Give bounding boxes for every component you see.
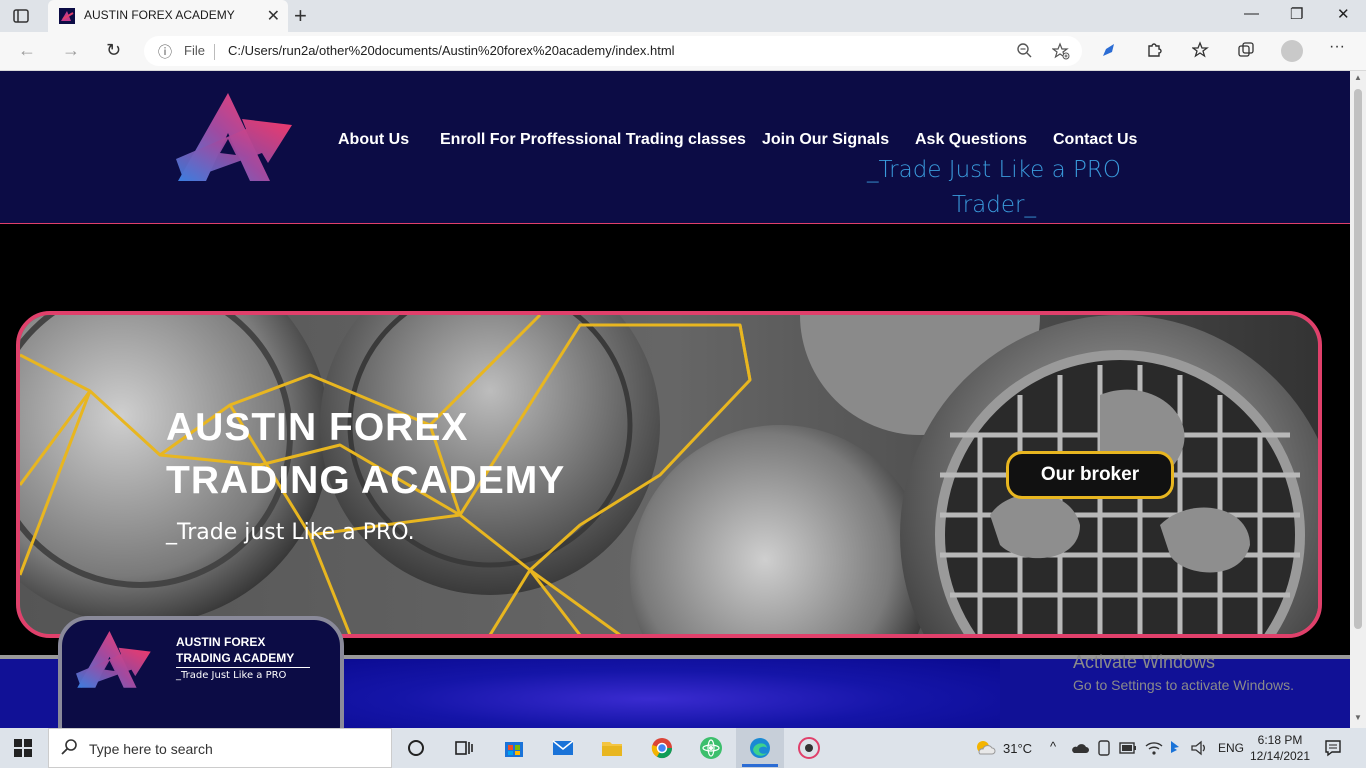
nav-join-signals[interactable]: Join Our Signals [762,131,889,149]
hero-title-line-1: AUSTIN FOREX [166,406,469,449]
nav-ask-questions[interactable]: Ask Questions [915,131,1027,149]
browser-tab[interactable]: AUSTIN FOREX ACADEMY ✕ [48,0,288,32]
our-broker-button[interactable]: Our broker [1006,451,1174,499]
search-placeholder: Type here to search [89,741,213,757]
hero-banner: AUSTIN FOREX TRADING ACADEMY _Trade just… [16,311,1322,638]
academy-logo[interactable] [176,93,294,183]
task-view-icon[interactable] [452,736,476,760]
tab-title: AUSTIN FOREX ACADEMY [84,8,235,22]
taskbar-search-box[interactable]: Type here to search [48,728,392,768]
cortana-icon[interactable] [404,736,428,760]
onedrive-icon[interactable] [1071,741,1089,755]
extensions-icon[interactable] [1145,41,1163,59]
tagline-line-2: Trader_ [952,192,1036,218]
store-icon[interactable] [502,736,526,760]
card-title-line-1: AUSTIN FOREX [176,635,266,649]
mail-icon[interactable] [551,736,575,760]
nav-contact-us[interactable]: Contact Us [1053,131,1137,149]
language-indicator[interactable]: ENG [1218,741,1244,755]
add-favorite-icon[interactable] [1052,42,1070,60]
atom-app-icon[interactable] [699,736,723,760]
windows-start-icon[interactable] [14,739,32,757]
new-tab-button[interactable]: + [294,3,307,29]
hero-subtitle: _Trade just Like a PRO. [166,520,415,545]
card-divider [176,667,310,668]
site-favicon-icon [59,8,75,24]
scroll-down-icon[interactable]: ▼ [1354,713,1362,722]
address-bar[interactable]: ⓘ File C:/Users/run2a/other%20documents/… [144,36,1082,66]
chrome-icon[interactable] [650,736,674,760]
hero-title-line-2: TRADING ACADEMY [166,459,566,502]
scroll-up-icon[interactable]: ▲ [1354,73,1362,82]
device-icon[interactable] [1097,740,1111,756]
tab-close-icon[interactable]: ✕ [267,6,280,26]
show-hidden-icons[interactable]: ^ [1050,739,1056,754]
activate-windows-title: Activate Windows [1073,652,1216,672]
browser-tab-bar: AUSTIN FOREX ACADEMY ✕ + — ❐ ✕ [0,0,1366,32]
nav-enroll-classes[interactable]: Enroll For Proffessional Trading classes [440,131,746,149]
windows-taskbar: Type here to search 31°C ^ ENG 6:18 PM 1… [0,728,1366,768]
footer-brand-card: AUSTIN FOREX TRADING ACADEMY _Trade Just… [58,616,344,728]
card-subtitle: _Trade Just Like a PRO [176,670,287,681]
battery-icon[interactable] [1119,742,1137,754]
forward-button[interactable]: → [62,40,80,61]
active-app-indicator [742,764,778,767]
notifications-icon[interactable] [1324,739,1342,757]
hero-title: AUSTIN FOREX TRADING ACADEMY [166,401,565,507]
collections-icon[interactable] [1237,41,1255,59]
card-logo [76,631,151,688]
vertical-scrollbar[interactable]: ▲ ▼ [1350,71,1366,728]
header-tagline: _Trade Just Like a PRO Trader_ [862,153,1126,223]
address-separator [214,44,215,60]
restore-button[interactable]: ❐ [1290,5,1303,23]
tagline-line-1: _Trade Just Like a PRO [867,157,1121,183]
search-icon [61,739,77,755]
bing-icon[interactable] [1168,740,1182,756]
edge-icon[interactable] [748,736,772,760]
clock-date: 12/14/2021 [1249,749,1311,763]
file-explorer-icon[interactable] [600,736,624,760]
media-player-icon[interactable] [797,736,821,760]
site-header: About Us Enroll For Proffessional Tradin… [0,71,1350,224]
card-title: AUSTIN FOREX TRADING ACADEMY [176,634,294,666]
volume-icon[interactable] [1190,740,1208,756]
scroll-thumb[interactable] [1354,89,1362,629]
url-text[interactable]: C:/Users/run2a/other%20documents/Austin%… [228,43,675,58]
minimize-button[interactable]: — [1244,5,1259,22]
site-info-icon[interactable]: ⓘ [158,42,172,62]
temperature-text[interactable]: 31°C [1003,741,1032,756]
back-button[interactable]: ← [18,40,36,61]
zoom-icon[interactable] [1016,42,1032,58]
clock-time: 6:18 PM [1257,733,1303,747]
favorites-icon[interactable] [1192,41,1210,59]
wifi-icon[interactable] [1145,740,1163,756]
card-title-line-2: TRADING ACADEMY [176,651,295,665]
tab-actions-icon[interactable] [12,7,30,25]
file-scheme-label: File [184,43,205,58]
reload-button[interactable]: ↻ [106,40,121,61]
activate-windows-subtitle: Go to Settings to activate Windows. [1073,677,1294,693]
profile-avatar[interactable] [1281,40,1303,62]
web-page: About Us Enroll For Proffessional Tradin… [0,71,1350,728]
browser-toolbar: ← → ↻ ⓘ File C:/Users/run2a/other%20docu… [0,32,1366,71]
pen-extension-icon[interactable] [1100,41,1118,59]
weather-icon[interactable] [974,738,996,758]
close-window-button[interactable]: ✕ [1337,5,1350,23]
taskbar-clock[interactable]: 6:18 PM 12/14/2021 [1248,732,1312,764]
lower-section-glow [300,659,1000,728]
nav-about-us[interactable]: About Us [338,131,409,149]
settings-more-icon[interactable]: ··· [1329,38,1345,56]
